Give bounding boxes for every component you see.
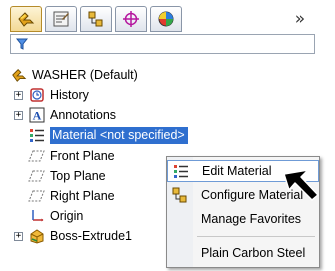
- tab-property-manager[interactable]: [45, 6, 77, 32]
- tree-item-annotations[interactable]: + A Annotations: [10, 105, 116, 125]
- tree-item-label: Material <not specified>: [50, 126, 188, 144]
- filter-icon[interactable]: [15, 38, 29, 53]
- svg-text:A: A: [33, 109, 42, 123]
- tree-item-label: Front Plane: [50, 149, 115, 163]
- tree-item-front-plane[interactable]: Front Plane: [28, 146, 115, 166]
- tree-root[interactable]: WASHER (Default): [10, 65, 138, 85]
- tab-configuration-manager[interactable]: [80, 6, 112, 32]
- feature-manager-panel: » WASHER (Default) + History + A Annotat…: [0, 0, 335, 271]
- plane-icon: [28, 167, 46, 185]
- plane-icon: [28, 147, 46, 165]
- tree-item-label: Boss-Extrude1: [50, 229, 132, 243]
- plane-icon: [28, 187, 46, 205]
- menu-separator: [197, 236, 315, 237]
- material-icon: [28, 126, 46, 144]
- tree-item-label: Right Plane: [50, 189, 115, 203]
- manager-tabs-toolbar: »: [10, 6, 315, 32]
- tab-display-manager[interactable]: [150, 6, 182, 32]
- history-icon: [28, 86, 46, 104]
- edit-material-icon: [173, 163, 189, 179]
- menu-item-plain-carbon-steel[interactable]: Plain Carbon Steel: [167, 242, 319, 264]
- part-icon: [10, 66, 28, 84]
- menu-item-label: Plain Carbon Steel: [201, 246, 306, 260]
- origin-icon: [28, 207, 46, 225]
- menu-item-manage-favorites[interactable]: Manage Favorites: [167, 208, 319, 230]
- tab-feature-manager[interactable]: [10, 6, 42, 32]
- tree-root-label: WASHER (Default): [32, 68, 138, 82]
- tree-item-history[interactable]: + History: [10, 85, 89, 105]
- expand-toggle[interactable]: +: [14, 111, 23, 120]
- dimxpert-manager-icon: [121, 10, 141, 28]
- tab-dimxpert-manager[interactable]: [115, 6, 147, 32]
- feature-manager-icon: [16, 10, 36, 28]
- property-manager-icon: [51, 10, 71, 28]
- tree-item-boss-extrude[interactable]: + Boss-Extrude1: [10, 226, 132, 246]
- expand-toggle[interactable]: +: [14, 91, 23, 100]
- configuration-manager-icon: [86, 10, 106, 28]
- expand-toggle[interactable]: +: [14, 232, 23, 241]
- tree-item-label: Annotations: [50, 108, 117, 122]
- tree-item-top-plane[interactable]: Top Plane: [28, 166, 106, 186]
- menu-item-label: Edit Material: [202, 164, 272, 178]
- display-manager-icon: [156, 10, 176, 28]
- filter-bar[interactable]: [10, 34, 315, 54]
- tree-item-label: Origin: [50, 209, 84, 223]
- mouse-cursor-icon: [282, 168, 322, 205]
- tree-item-material[interactable]: Material <not specified>: [28, 125, 188, 145]
- more-tabs-button[interactable]: »: [289, 8, 311, 30]
- tree-item-label: Top Plane: [50, 169, 106, 183]
- configure-material-icon: [172, 187, 188, 203]
- annotations-icon: A: [28, 106, 46, 124]
- tree-item-origin[interactable]: Origin: [28, 206, 83, 226]
- tree-item-right-plane[interactable]: Right Plane: [28, 186, 115, 206]
- tree-item-label: History: [50, 88, 89, 102]
- boss-extrude-icon: [28, 227, 46, 245]
- menu-item-label: Manage Favorites: [201, 212, 302, 226]
